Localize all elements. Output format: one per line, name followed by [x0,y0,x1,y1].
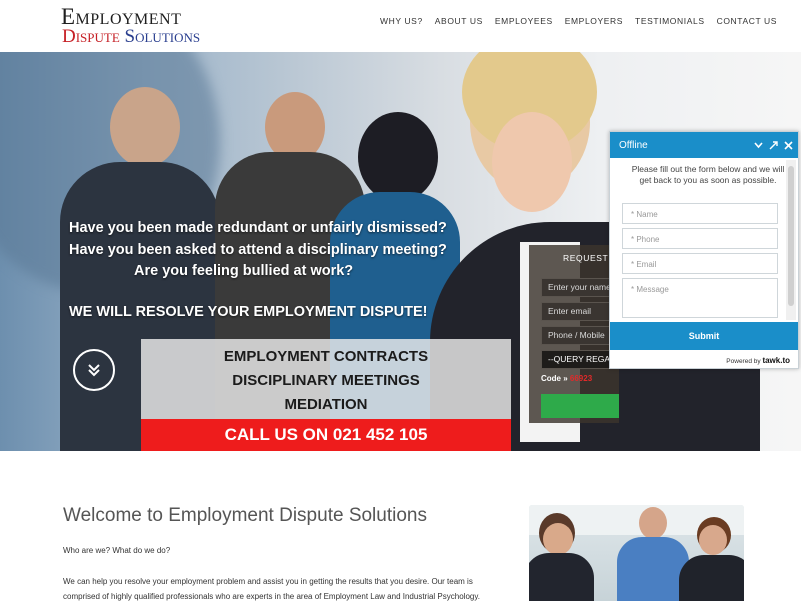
service-item: MEDIATION [284,396,368,413]
popout-icon[interactable] [769,141,778,150]
captcha-value: 66923 [569,374,593,383]
service-item: EMPLOYMENT CONTRACTS [223,348,429,365]
hero-question-1: Have you been made redundant or unfairly… [69,220,447,236]
nav-why-us[interactable]: WHY US? [380,16,423,26]
hero-question-2: Have you been asked to attend a discipli… [69,242,447,258]
tawk-brand: tawk.to [762,356,790,365]
site-logo[interactable]: Employment Dispute Solutions [61,4,200,47]
logo-line2: Dispute Solutions [62,27,200,47]
chat-scrollbar-thumb[interactable] [788,166,794,306]
logo-line1: Employment [61,4,182,29]
scroll-down-button[interactable] [73,349,115,391]
chat-message-textarea[interactable]: * Message [622,278,778,318]
chat-status: Offline [619,140,648,151]
services-panel: EMPLOYMENT CONTRACTS DISCIPLINARY MEETIN… [141,339,511,419]
chat-powered-by[interactable]: Powered by tawk.to [726,356,790,365]
chat-phone-input[interactable]: * Phone [622,228,778,249]
site-header: Employment Dispute Solutions WHY US? ABO… [0,0,801,52]
chat-email-input[interactable]: * Email [622,253,778,274]
team-photo [529,505,744,601]
chat-header: Offline [610,132,798,158]
main-nav: WHY US? ABOUT US EMPLOYEES EMPLOYERS TES… [380,16,789,26]
call-us-banner[interactable]: CALL US ON 021 452 105 [141,419,511,451]
body-text: We can help you resolve your employment … [63,577,480,601]
service-item: DISCIPLINARY MEETINGS [232,372,420,389]
request-name-input[interactable]: Enter your name [541,278,619,297]
hero-tagline: WE WILL RESOLVE YOUR EMPLOYMENT DISPUTE! [69,304,428,320]
nav-contact-us[interactable]: CONTACT US [717,16,777,26]
request-email-input[interactable]: Enter email [541,302,619,321]
welcome-heading: Welcome to Employment Dispute Solutions [63,505,427,526]
nav-about-us[interactable]: ABOUT US [435,16,483,26]
logo-word-dispute: Dispute [62,26,120,47]
chat-name-input[interactable]: * Name [622,203,778,224]
nav-employees[interactable]: EMPLOYEES [495,16,553,26]
request-phone-input[interactable]: Phone / Mobile [541,326,619,345]
logo-word-solutions: Solutions [124,26,201,47]
intro-text: Who are we? What do we do? [63,546,171,555]
chat-scrollbar[interactable] [786,160,796,320]
powered-by-label: Powered by [726,358,761,365]
chat-submit-button[interactable]: Submit [610,322,798,350]
chat-offline-message: Please fill out the form below and we wi… [631,164,785,185]
hero-question-3: Are you feeling bullied at work? [134,263,354,279]
page: Employment Dispute Solutions WHY US? ABO… [0,0,801,601]
nav-employers[interactable]: EMPLOYERS [565,16,623,26]
captcha-label: Code » [541,374,568,383]
double-chevron-down-icon [88,364,100,377]
captcha-code: Code » 66923 [541,374,592,383]
chevron-down-icon[interactable] [754,141,763,150]
nav-testimonials[interactable]: TESTIMONIALS [635,16,705,26]
chat-widget: Offline Please fill out the form below a… [609,131,799,369]
request-form: REQUEST A Enter your name Enter email Ph… [529,245,619,423]
request-submit-button[interactable] [541,394,619,418]
request-query-select[interactable]: --QUERY REGA [541,350,619,369]
close-icon[interactable] [784,141,793,150]
